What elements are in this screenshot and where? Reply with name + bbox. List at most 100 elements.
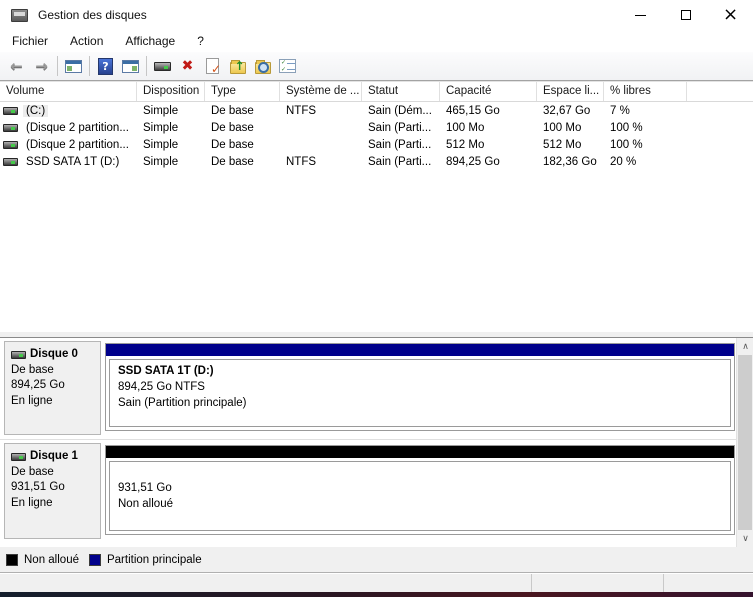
legend-item-primary-partition: Partition principale (89, 554, 202, 566)
partition-details: SSD SATA 1T (D:) 894,25 Go NTFS Sain (Pa… (109, 359, 731, 427)
partition-type-stripe (106, 344, 734, 356)
action-pane-icon (122, 60, 139, 73)
disposition-cell: Simple (137, 139, 205, 151)
table-row[interactable]: (Disque 2 partition... Simple De base Sa… (0, 119, 753, 136)
volume-icon (3, 107, 18, 115)
statut-cell: Sain (Dém... (362, 105, 440, 117)
help-button[interactable] (93, 54, 118, 78)
delete-volume-button[interactable] (175, 54, 200, 78)
disk-management-app-icon (11, 9, 28, 22)
maximize-button[interactable] (663, 0, 708, 30)
properties-button[interactable] (275, 54, 300, 78)
volume-list: Volume Disposition Type Système de ... S… (0, 81, 753, 332)
table-row[interactable]: SSD SATA 1T (D:) Simple De base NTFS Sai… (0, 153, 753, 170)
back-button[interactable] (4, 54, 29, 78)
show-console-tree-button[interactable] (61, 54, 86, 78)
volume-icon (3, 158, 18, 166)
minimize-button[interactable] (618, 0, 663, 30)
forward-button[interactable] (29, 54, 54, 78)
close-button[interactable] (708, 0, 753, 30)
rescan-disks-icon (154, 62, 171, 71)
menu-bar: Fichier Action Affichage ? (0, 30, 753, 52)
graphical-view: Disque 0 De base 894,25 Go En ligne SSD … (0, 338, 753, 547)
column-header-capacite[interactable]: Capacité (440, 82, 537, 101)
column-header-pct-libres[interactable]: % libres (604, 82, 687, 101)
disk-status: En ligne (11, 394, 94, 410)
column-header-systeme[interactable]: Système de ... (280, 82, 362, 101)
console-tree-icon (65, 60, 82, 73)
toolbar (0, 52, 753, 81)
filesystem-cell: NTFS (280, 156, 362, 168)
menu-affichage[interactable]: Affichage (114, 31, 186, 51)
toolbar-separator (57, 56, 58, 76)
partition-status: Non alloué (118, 496, 722, 512)
status-bar (0, 573, 753, 592)
rescan-disks-button[interactable] (150, 54, 175, 78)
legend-label: Non alloué (24, 554, 79, 566)
open-folder-button[interactable] (225, 54, 250, 78)
capacite-cell: 512 Mo (440, 139, 537, 151)
help-icon (98, 58, 113, 75)
properties-icon (279, 59, 296, 73)
disk-1-info-box[interactable]: Disque 1 De base 931,51 Go En ligne (4, 443, 101, 539)
window-title: Gestion des disques (38, 8, 147, 22)
partition-details: 931,51 Go Non alloué (109, 461, 731, 531)
menu-action[interactable]: Action (59, 31, 114, 51)
forward-icon (35, 57, 48, 75)
close-icon (723, 6, 738, 24)
column-header-statut[interactable]: Statut (362, 82, 440, 101)
volume-cell: (Disque 2 partition... (0, 139, 137, 151)
volume-cell: (C:) (0, 105, 137, 117)
menu-help[interactable]: ? (186, 31, 215, 51)
filesystem-cell: NTFS (280, 105, 362, 117)
legend-label: Partition principale (107, 554, 202, 566)
disposition-cell: Simple (137, 105, 205, 117)
volume-name: SSD SATA 1T (D:) (23, 156, 122, 168)
capacite-cell: 100 Mo (440, 122, 537, 134)
volume-name: (C:) (23, 105, 48, 117)
pct-libres-cell: 100 % (604, 122, 687, 134)
scroll-down-icon[interactable] (737, 530, 753, 547)
show-action-pane-button[interactable] (118, 54, 143, 78)
legend-item-unallocated: Non alloué (6, 554, 79, 566)
primary-partition-swatch (89, 554, 101, 566)
partition-size: 894,25 Go NTFS (118, 379, 722, 395)
folder-up-icon (230, 62, 246, 74)
column-header-volume[interactable]: Volume (0, 82, 137, 101)
title-bar: Gestion des disques (0, 0, 753, 30)
espace-libre-cell: 512 Mo (537, 139, 604, 151)
disk-0-title: Disque 0 (11, 347, 94, 363)
table-row[interactable]: (C:) Simple De base NTFS Sain (Dém... 46… (0, 102, 753, 119)
disk-name: Disque 1 (30, 449, 78, 465)
disk-management-window: Gestion des disques Fichier Action Affic… (0, 0, 753, 597)
explore-folder-button[interactable] (250, 54, 275, 78)
disk-row-1: Disque 1 De base 931,51 Go En ligne 931,… (0, 439, 736, 542)
partition-status: Sain (Partition principale) (118, 395, 722, 411)
menu-fichier[interactable]: Fichier (1, 31, 59, 51)
table-row[interactable]: (Disque 2 partition... Simple De base Sa… (0, 136, 753, 153)
disk-0-partition-bar[interactable]: SSD SATA 1T (D:) 894,25 Go NTFS Sain (Pa… (105, 343, 735, 431)
column-header-disposition[interactable]: Disposition (137, 82, 205, 101)
back-icon (10, 57, 23, 75)
disk-row-0: Disque 0 De base 894,25 Go En ligne SSD … (0, 338, 736, 438)
volume-name: (Disque 2 partition... (23, 122, 132, 134)
disk-name: Disque 0 (30, 347, 78, 363)
espace-libre-cell: 100 Mo (537, 122, 604, 134)
disk-0-info-box[interactable]: Disque 0 De base 894,25 Go En ligne (4, 341, 101, 435)
disk-type: De base (11, 363, 94, 379)
scrollbar-thumb[interactable] (738, 355, 752, 530)
toolbar-separator (89, 56, 90, 76)
disk-icon (11, 351, 26, 359)
mark-partition-button[interactable] (200, 54, 225, 78)
column-header-espace-libre[interactable]: Espace li... (537, 82, 604, 101)
vertical-scrollbar[interactable] (736, 338, 753, 547)
capacite-cell: 465,15 Go (440, 105, 537, 117)
capacite-cell: 894,25 Go (440, 156, 537, 168)
column-header-filler (687, 82, 753, 101)
partition-size: 931,51 Go (118, 480, 722, 496)
disk-1-unallocated-bar[interactable]: 931,51 Go Non alloué (105, 445, 735, 535)
status-cell (532, 574, 664, 592)
pct-libres-cell: 20 % (604, 156, 687, 168)
column-header-type[interactable]: Type (205, 82, 280, 101)
scroll-up-icon[interactable] (737, 338, 753, 355)
